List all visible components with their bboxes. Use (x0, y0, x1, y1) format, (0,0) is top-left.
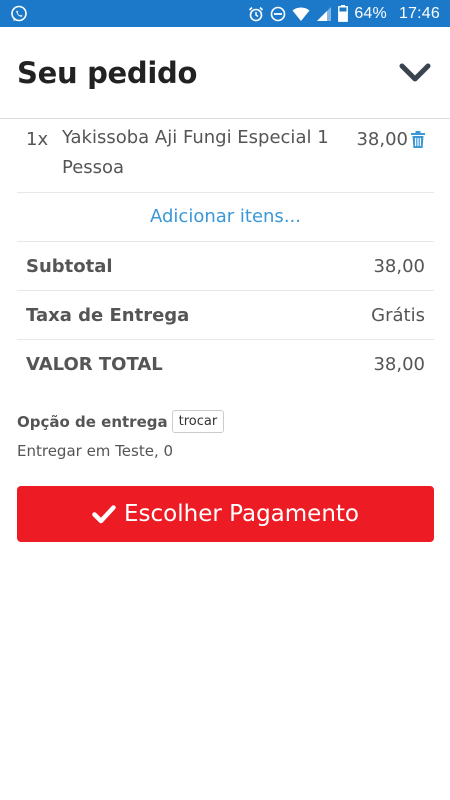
battery-icon (338, 5, 349, 22)
item-name: Yakissoba Aji Fungi Especial 1 Pessoa (62, 127, 329, 178)
total-row: VALOR TOTAL 38,00 (17, 340, 434, 389)
do-not-disturb-icon (270, 6, 286, 22)
chevron-down-icon (399, 62, 431, 84)
page-title: Seu pedido (17, 55, 198, 90)
order-item: 1x Yakissoba Aji Fungi Especial 1 Pessoa… (17, 119, 434, 193)
total-label: VALOR TOTAL (26, 354, 163, 375)
subtotal-value: 38,00 (373, 255, 425, 277)
delivery-option-row: Opção de entrega trocar (17, 410, 434, 433)
order-content: 1x Yakissoba Aji Fungi Especial 1 Pessoa… (17, 119, 434, 389)
item-price: 38,00 (356, 129, 408, 150)
wifi-icon (292, 6, 310, 22)
header: Seu pedido (0, 27, 450, 119)
status-time: 17:46 (398, 4, 440, 22)
check-icon (92, 504, 116, 524)
total-value: 38,00 (373, 354, 425, 375)
delivery-address: Entregar em Teste, 0 (17, 442, 174, 460)
status-left (10, 5, 28, 23)
item-quantity: 1x (26, 129, 49, 150)
add-items-link[interactable]: Adicionar itens... (17, 193, 434, 242)
whatsapp-icon (10, 5, 28, 23)
battery-percent: 64% (354, 4, 387, 22)
choose-payment-button[interactable]: Escolher Pagamento (17, 486, 434, 542)
item-price-wrap: 38,00 (356, 127, 425, 150)
delivery-option: Opção de entrega trocar Entregar em Test… (17, 410, 434, 460)
collapse-button[interactable] (397, 55, 433, 91)
signal-icon (316, 6, 332, 22)
subtotal-row: Subtotal 38,00 (17, 242, 434, 291)
change-delivery-button[interactable]: trocar (171, 410, 225, 433)
delivery-fee-row: Taxa de Entrega Grátis (17, 291, 434, 340)
delivery-fee-label: Taxa de Entrega (26, 304, 190, 326)
delivery-option-label: Opção de entrega (17, 412, 168, 431)
status-bar: 64% 17:46 (0, 0, 450, 27)
choose-payment-label: Escolher Pagamento (124, 501, 359, 527)
status-right: 64% 17:46 (248, 5, 440, 23)
subtotal-label: Subtotal (26, 255, 113, 277)
delivery-fee-value: Grátis (371, 304, 425, 326)
alarm-icon (248, 6, 264, 22)
trash-icon[interactable] (411, 131, 425, 148)
